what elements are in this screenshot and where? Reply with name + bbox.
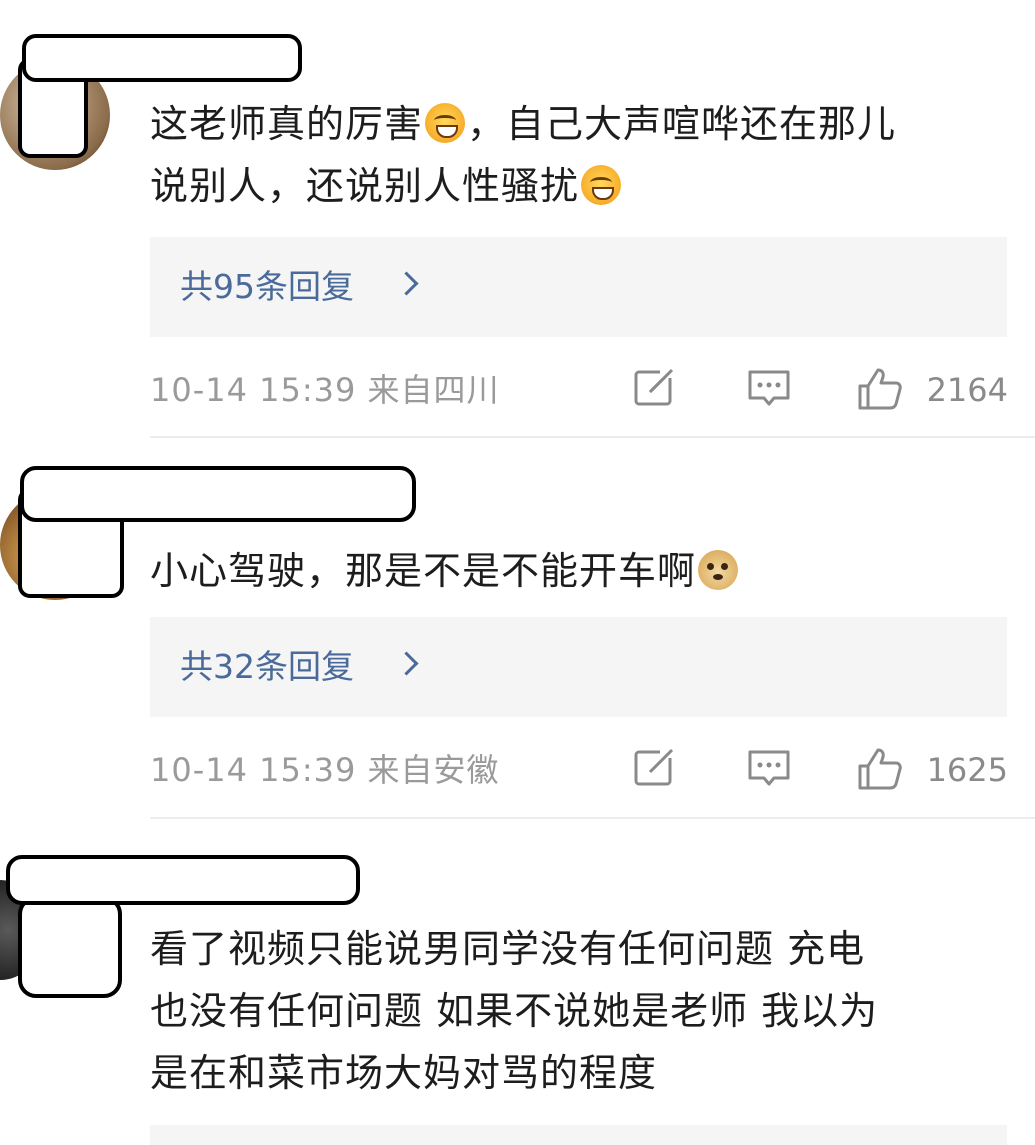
username-redaction <box>20 466 416 522</box>
thumbs-up-icon[interactable] <box>856 746 904 792</box>
comment-text: 看了视频只能说男同学没有任何问题 充电 也没有任何问题 如果不说她是老师 我以为… <box>150 927 879 1095</box>
share-edit-icon[interactable] <box>632 366 676 410</box>
comment-text: 小心驾驶，那是不是不能开车啊 <box>150 540 740 602</box>
chevron-right-icon <box>394 651 419 676</box>
comment-meta: 10-14 15:39 来自四川 2164 <box>150 366 1010 416</box>
comment-meta-text: 10-14 15:39 来自安徽 <box>150 750 500 790</box>
like-count: 1625 <box>926 751 1008 789</box>
replies-box[interactable]: 共95条回复 <box>150 237 1007 337</box>
thumbs-up-icon[interactable] <box>856 366 904 412</box>
share-edit-icon[interactable] <box>632 746 676 790</box>
replies-box[interactable]: 共32条回复 <box>150 617 1007 717</box>
comment-text: 这老师真的厉害 ，自己大声喧哗还在那儿 说别人，还说别人性骚扰 <box>150 102 897 208</box>
like-count: 2164 <box>926 371 1008 409</box>
grin-emoji <box>425 103 466 143</box>
comment-bubble-icon[interactable] <box>746 746 792 790</box>
view-replies-link[interactable]: 共95条回复 <box>180 267 354 307</box>
comment-bubble-icon[interactable] <box>746 366 792 410</box>
chevron-right-icon <box>394 271 419 296</box>
comment-meta-text: 10-14 15:39 来自四川 <box>150 370 500 410</box>
location: 来自安徽 <box>367 751 500 789</box>
view-replies-link[interactable]: 共32条回复 <box>180 647 354 687</box>
avatar-redaction <box>18 896 122 998</box>
timestamp: 10-14 15:39 <box>150 371 357 409</box>
username-redaction <box>6 855 360 905</box>
timestamp: 10-14 15:39 <box>150 751 357 789</box>
doge-emoji <box>698 550 739 590</box>
replies-box[interactable] <box>150 1125 1007 1145</box>
grin-emoji <box>581 165 622 205</box>
divider <box>150 436 1035 438</box>
comment-meta: 10-14 15:39 来自安徽 1625 <box>150 746 1010 796</box>
location: 来自四川 <box>367 371 500 409</box>
divider <box>150 817 1035 819</box>
username-redaction <box>22 34 302 82</box>
